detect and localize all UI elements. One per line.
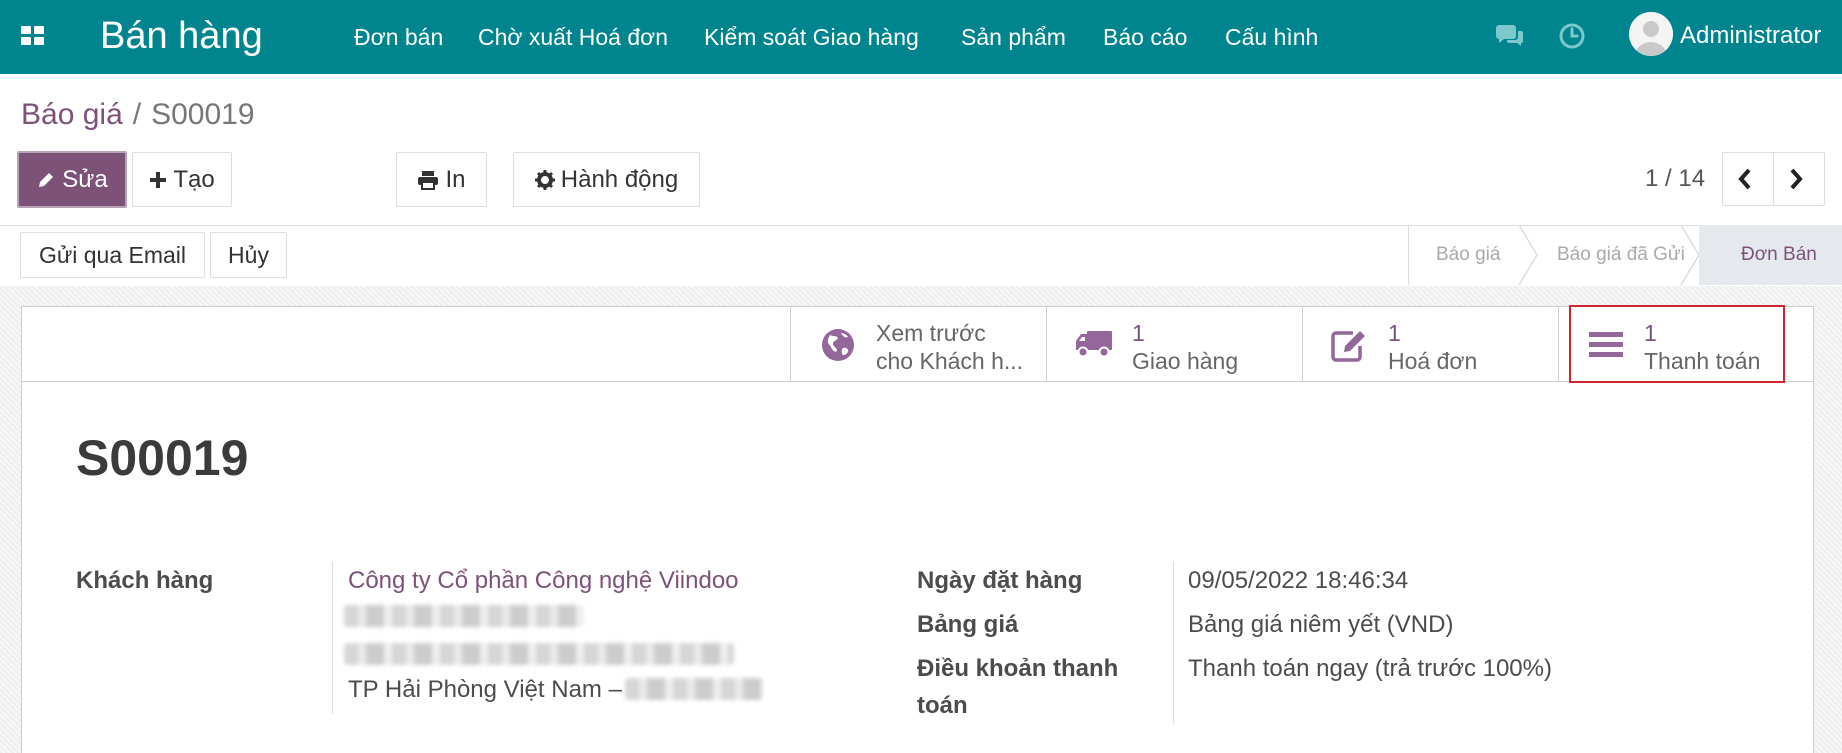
delivery-count: 1 (1132, 320, 1145, 346)
globe-icon (822, 329, 854, 361)
apps-icon[interactable] (21, 26, 45, 46)
menu-item-configuration[interactable]: Cấu hình (1225, 23, 1318, 51)
cancel-order-button[interactable]: Hủy (210, 232, 287, 278)
plus-icon (150, 171, 167, 188)
redacted-address-line-2 (344, 643, 734, 665)
gear-icon (534, 169, 555, 190)
menu-item-reports[interactable]: Báo cáo (1103, 23, 1187, 51)
delivery-button[interactable]: 1 Giao hàng (1046, 307, 1302, 381)
stage-quotation[interactable]: Báo giá (1436, 225, 1500, 285)
send-email-button[interactable]: Gửi qua Email (20, 232, 205, 278)
top-navbar: Bán hàng Đơn bán Chờ xuất Hoá đơn Kiểm s… (0, 0, 1842, 74)
menu-item-sales-orders[interactable]: Đơn bán (354, 23, 443, 51)
customer-city: TP Hải Phòng Việt Nam – (348, 676, 622, 703)
app-title[interactable]: Bán hàng (100, 14, 263, 58)
field-separator (1173, 562, 1174, 724)
payment-terms-label-cont: toán (917, 692, 968, 719)
invoice-button[interactable]: 1 Hoá đơn (1302, 307, 1558, 381)
payment-button-highlight (1569, 305, 1785, 383)
order-date-label: Ngày đặt hàng (917, 567, 1083, 594)
pager-next-button[interactable] (1773, 152, 1825, 206)
menu-item-delivery-control[interactable]: Kiểm soát Giao hàng (704, 23, 919, 51)
edit-button[interactable]: Sửa (17, 151, 127, 208)
customer-preview-line2: cho Khách h... (876, 348, 1024, 374)
form-sheet: Xem trước cho Khách h... 1 Giao hàng 1 H… (21, 306, 1814, 753)
stage-quotation-sent[interactable]: Báo giá đã Gửi (1557, 225, 1685, 285)
invoice-count: 1 (1388, 320, 1401, 346)
stage-statusbar: Báo giá Báo giá đã Gửi Đơn Bán (1408, 225, 1842, 285)
action-button[interactable]: Hành động (513, 152, 700, 207)
customer-preview-line1: Xem trước (876, 320, 986, 346)
action-button-label: Hành động (560, 165, 679, 193)
payment-terms-value: Thanh toán ngay (trả trước 100%) (1188, 655, 1552, 682)
menu-item-to-invoice[interactable]: Chờ xuất Hoá đơn (478, 23, 668, 51)
redacted-address-line-3 (625, 678, 763, 700)
avatar[interactable] (1629, 12, 1673, 56)
smart-button-box: Xem trước cho Khách h... 1 Giao hàng 1 H… (22, 307, 1813, 382)
printer-icon (418, 170, 439, 190)
create-button[interactable]: Tạo (132, 152, 232, 207)
user-name[interactable]: Administrator (1680, 22, 1821, 50)
chevron-right-icon (1790, 168, 1803, 190)
pricelist-label: Bảng giá (917, 611, 1019, 638)
print-button-label: In (445, 165, 466, 193)
invoice-label: Hoá đơn (1388, 348, 1478, 374)
breadcrumb-separator: / (132, 98, 142, 131)
pager-value[interactable]: 1 / 14 (1645, 165, 1705, 193)
truck-icon (1076, 331, 1112, 358)
order-date-value: 09/05/2022 18:46:34 (1188, 567, 1409, 594)
payment-terms-label: Điều khoản thanh (917, 655, 1119, 682)
breadcrumb: Báo giá / S00019 (21, 97, 255, 133)
breadcrumb-current: S00019 (151, 98, 255, 131)
pricelist-value: Bảng giá niêm yết (VND) (1188, 611, 1454, 638)
edit-button-label: Sửa (62, 165, 108, 193)
pencil-icon (39, 172, 54, 187)
menu-item-products[interactable]: Sản phẩm (961, 23, 1066, 51)
delivery-label: Giao hàng (1132, 348, 1239, 374)
field-separator (332, 562, 333, 714)
customer-link[interactable]: Công ty Cổ phần Công nghệ Viindoo (348, 566, 739, 596)
pager-previous-button[interactable] (1722, 152, 1774, 206)
customer-preview-button[interactable]: Xem trước cho Khách h... (790, 307, 1046, 381)
create-button-label: Tạo (173, 165, 215, 193)
customer-label: Khách hàng (76, 567, 214, 594)
breadcrumb-parent[interactable]: Báo giá (21, 98, 123, 131)
clock-icon[interactable] (1558, 22, 1586, 50)
print-button[interactable]: In (396, 152, 487, 207)
chat-icon[interactable] (1495, 22, 1525, 50)
record-title: S00019 (76, 430, 249, 486)
chevron-left-icon (1738, 168, 1751, 190)
stage-sales-order[interactable]: Đơn Bán (1741, 225, 1817, 285)
redacted-address-line-1 (344, 605, 584, 627)
edit-icon (1331, 331, 1365, 362)
